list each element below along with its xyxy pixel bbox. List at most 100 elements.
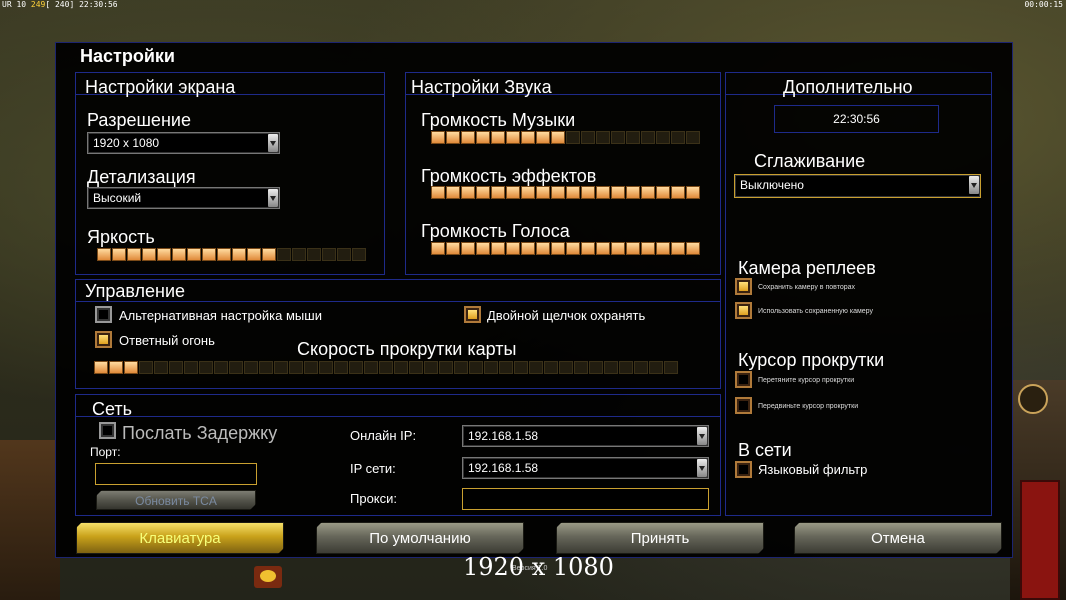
slider-segment-filled[interactable] (142, 248, 156, 261)
slider-segment-filled[interactable] (536, 242, 550, 255)
slider-segment-filled[interactable] (506, 131, 520, 144)
slider-segment-empty[interactable] (424, 361, 438, 374)
slider-segment-empty[interactable] (611, 131, 625, 144)
keyboard-button[interactable]: Клавиатура (76, 522, 284, 554)
slider-segment-filled[interactable] (596, 186, 610, 199)
slider-segment-filled[interactable] (641, 186, 655, 199)
double-click-checkbox[interactable] (464, 306, 481, 323)
slider-segment-filled[interactable] (521, 131, 535, 144)
slider-segment-filled[interactable] (187, 248, 201, 261)
online-ip-select[interactable]: 192.168.1.58 (462, 425, 709, 447)
slider-segment-filled[interactable] (626, 242, 640, 255)
slider-segment-empty[interactable] (307, 248, 321, 261)
slider-segment-filled[interactable] (641, 242, 655, 255)
alt-mouse-checkbox[interactable] (95, 306, 112, 323)
slider-segment-filled[interactable] (521, 186, 535, 199)
slider-segment-empty[interactable] (304, 361, 318, 374)
slider-segment-filled[interactable] (686, 242, 700, 255)
language-filter-checkbox[interactable] (735, 461, 752, 478)
slider-segment-filled[interactable] (611, 242, 625, 255)
slider-segment-filled[interactable] (127, 248, 141, 261)
slider-segment-filled[interactable] (656, 242, 670, 255)
move-cursor-checkbox[interactable] (735, 397, 752, 414)
slider-segment-filled[interactable] (566, 242, 580, 255)
slider-segment-filled[interactable] (247, 248, 261, 261)
save-camera-checkbox[interactable] (735, 278, 752, 295)
slider-segment-filled[interactable] (124, 361, 138, 374)
slider-segment-empty[interactable] (671, 131, 685, 144)
slider-segment-filled[interactable] (551, 186, 565, 199)
slider-segment-empty[interactable] (641, 131, 655, 144)
slider-segment-empty[interactable] (454, 361, 468, 374)
slider-segment-filled[interactable] (626, 186, 640, 199)
slider-segment-empty[interactable] (484, 361, 498, 374)
port-input[interactable] (95, 463, 257, 485)
slider-segment-filled[interactable] (446, 131, 460, 144)
slider-segment-empty[interactable] (199, 361, 213, 374)
proxy-input[interactable] (462, 488, 709, 510)
slider-segment-empty[interactable] (259, 361, 273, 374)
slider-segment-filled[interactable] (566, 186, 580, 199)
slider-segment-empty[interactable] (649, 361, 663, 374)
slider-segment-empty[interactable] (544, 361, 558, 374)
slider-segment-filled[interactable] (491, 186, 505, 199)
voice-volume-slider[interactable] (431, 242, 700, 255)
slider-segment-filled[interactable] (461, 131, 475, 144)
slider-segment-empty[interactable] (686, 131, 700, 144)
slider-segment-filled[interactable] (232, 248, 246, 261)
slider-segment-filled[interactable] (491, 131, 505, 144)
slider-segment-empty[interactable] (664, 361, 678, 374)
slider-segment-empty[interactable] (574, 361, 588, 374)
defaults-button[interactable]: По умолчанию (316, 522, 524, 554)
slider-segment-empty[interactable] (277, 248, 291, 261)
slider-segment-empty[interactable] (139, 361, 153, 374)
slider-segment-empty[interactable] (604, 361, 618, 374)
slider-segment-filled[interactable] (581, 242, 595, 255)
antialias-select[interactable]: Выключено (734, 174, 981, 198)
slider-segment-empty[interactable] (319, 361, 333, 374)
slider-segment-filled[interactable] (491, 242, 505, 255)
slider-segment-filled[interactable] (202, 248, 216, 261)
send-delay-checkbox[interactable] (99, 422, 116, 439)
slider-segment-empty[interactable] (394, 361, 408, 374)
slider-segment-filled[interactable] (671, 242, 685, 255)
slider-segment-empty[interactable] (514, 361, 528, 374)
slider-segment-filled[interactable] (94, 361, 108, 374)
slider-segment-filled[interactable] (476, 186, 490, 199)
slider-segment-empty[interactable] (499, 361, 513, 374)
slider-segment-filled[interactable] (551, 242, 565, 255)
slider-segment-empty[interactable] (292, 248, 306, 261)
scroll-speed-slider[interactable] (94, 361, 678, 374)
slider-segment-empty[interactable] (352, 248, 366, 261)
slider-segment-empty[interactable] (596, 131, 610, 144)
slider-segment-filled[interactable] (431, 186, 445, 199)
slider-segment-filled[interactable] (446, 186, 460, 199)
slider-segment-empty[interactable] (349, 361, 363, 374)
slider-segment-filled[interactable] (536, 131, 550, 144)
update-tca-button[interactable]: Обновить TCA (96, 490, 256, 510)
slider-segment-filled[interactable] (611, 186, 625, 199)
slider-segment-empty[interactable] (214, 361, 228, 374)
slider-segment-filled[interactable] (581, 186, 595, 199)
slider-segment-filled[interactable] (476, 131, 490, 144)
slider-segment-empty[interactable] (274, 361, 288, 374)
slider-segment-empty[interactable] (409, 361, 423, 374)
resolution-select[interactable]: 1920 x 1080 (87, 132, 280, 154)
slider-segment-empty[interactable] (559, 361, 573, 374)
slider-segment-filled[interactable] (506, 242, 520, 255)
slider-segment-filled[interactable] (157, 248, 171, 261)
music-volume-slider[interactable] (431, 131, 700, 144)
slider-segment-filled[interactable] (217, 248, 231, 261)
drag-cursor-checkbox[interactable] (735, 371, 752, 388)
slider-segment-empty[interactable] (589, 361, 603, 374)
slider-segment-empty[interactable] (634, 361, 648, 374)
detail-select[interactable]: Высокий (87, 187, 280, 209)
slider-segment-filled[interactable] (431, 242, 445, 255)
slider-segment-empty[interactable] (289, 361, 303, 374)
slider-segment-empty[interactable] (337, 248, 351, 261)
slider-segment-empty[interactable] (656, 131, 670, 144)
slider-segment-filled[interactable] (656, 186, 670, 199)
slider-segment-empty[interactable] (581, 131, 595, 144)
slider-segment-filled[interactable] (109, 361, 123, 374)
slider-segment-empty[interactable] (469, 361, 483, 374)
